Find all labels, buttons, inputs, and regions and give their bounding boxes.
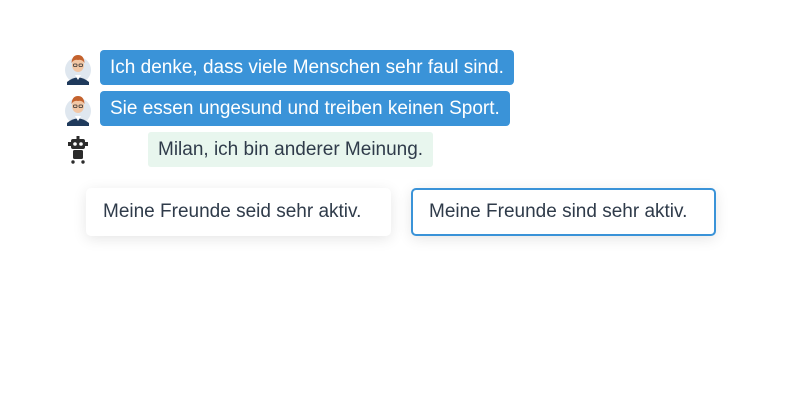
chat-exercise: Ich denke, dass viele Menschen sehr faul… [0, 0, 800, 400]
robot-icon [64, 133, 92, 167]
message-row-bot: Milan, ich bin anderer Meinung. [64, 132, 434, 167]
message-row-user-1: Ich denke, dass viele Menschen sehr faul… [64, 50, 514, 85]
user-avatar-icon [64, 51, 92, 85]
user-avatar-icon [64, 92, 92, 126]
user-message-bubble: Sie essen ungesund und treiben keinen Sp… [100, 91, 510, 126]
bot-message-bubble: Milan, ich bin anderer Meinung. [148, 132, 434, 167]
message-row-user-2: Sie essen ungesund und treiben keinen Sp… [64, 91, 510, 126]
answer-choice-1[interactable]: Meine Freunde seid sehr aktiv. [86, 188, 391, 236]
answer-choice-2-selected[interactable]: Meine Freunde sind sehr aktiv. [411, 188, 716, 236]
user-message-bubble: Ich denke, dass viele Menschen sehr faul… [100, 50, 514, 85]
